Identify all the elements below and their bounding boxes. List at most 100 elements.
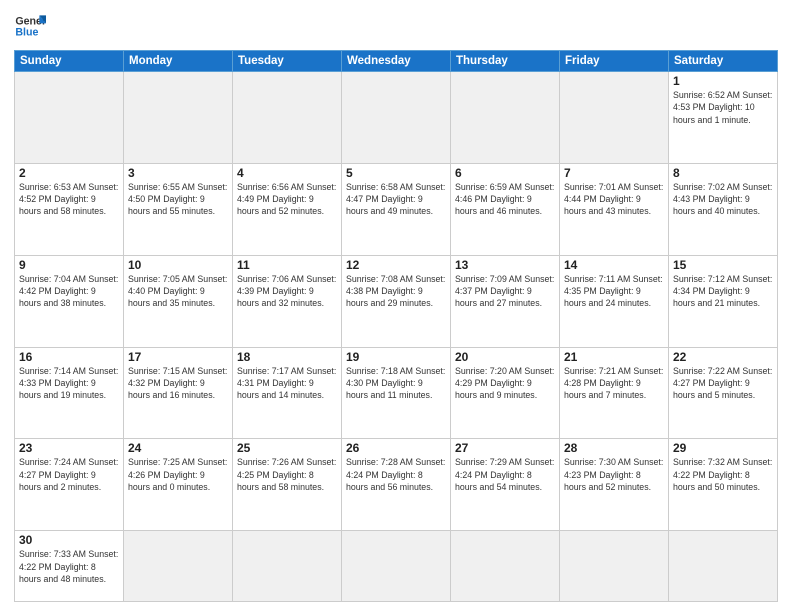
weekday-header-saturday: Saturday: [669, 51, 778, 72]
calendar-day-cell: [669, 531, 778, 602]
day-info: Sunrise: 7:21 AM Sunset: 4:28 PM Dayligh…: [564, 365, 664, 402]
calendar-day-cell: 7Sunrise: 7:01 AM Sunset: 4:44 PM Daylig…: [560, 163, 669, 255]
calendar-day-cell: 6Sunrise: 6:59 AM Sunset: 4:46 PM Daylig…: [451, 163, 560, 255]
calendar-day-cell: [560, 72, 669, 164]
day-info: Sunrise: 7:18 AM Sunset: 4:30 PM Dayligh…: [346, 365, 446, 402]
day-info: Sunrise: 7:01 AM Sunset: 4:44 PM Dayligh…: [564, 181, 664, 218]
calendar-week-row: 23Sunrise: 7:24 AM Sunset: 4:27 PM Dayli…: [15, 439, 778, 531]
day-number: 27: [455, 441, 555, 455]
day-number: 24: [128, 441, 228, 455]
day-info: Sunrise: 7:04 AM Sunset: 4:42 PM Dayligh…: [19, 273, 119, 310]
day-number: 19: [346, 350, 446, 364]
svg-text:Blue: Blue: [15, 26, 38, 38]
calendar-week-row: 1Sunrise: 6:52 AM Sunset: 4:53 PM Daylig…: [15, 72, 778, 164]
calendar-week-row: 9Sunrise: 7:04 AM Sunset: 4:42 PM Daylig…: [15, 255, 778, 347]
day-info: Sunrise: 6:53 AM Sunset: 4:52 PM Dayligh…: [19, 181, 119, 218]
day-number: 22: [673, 350, 773, 364]
day-info: Sunrise: 7:30 AM Sunset: 4:23 PM Dayligh…: [564, 456, 664, 493]
calendar-day-cell: 30Sunrise: 7:33 AM Sunset: 4:22 PM Dayli…: [15, 531, 124, 602]
day-number: 14: [564, 258, 664, 272]
calendar-day-cell: 16Sunrise: 7:14 AM Sunset: 4:33 PM Dayli…: [15, 347, 124, 439]
day-number: 10: [128, 258, 228, 272]
day-info: Sunrise: 7:29 AM Sunset: 4:24 PM Dayligh…: [455, 456, 555, 493]
calendar-day-cell: 22Sunrise: 7:22 AM Sunset: 4:27 PM Dayli…: [669, 347, 778, 439]
day-info: Sunrise: 7:09 AM Sunset: 4:37 PM Dayligh…: [455, 273, 555, 310]
calendar-day-cell: 25Sunrise: 7:26 AM Sunset: 4:25 PM Dayli…: [233, 439, 342, 531]
day-info: Sunrise: 7:22 AM Sunset: 4:27 PM Dayligh…: [673, 365, 773, 402]
day-number: 18: [237, 350, 337, 364]
generalblue-logo-icon: General Blue: [14, 10, 46, 42]
day-info: Sunrise: 7:32 AM Sunset: 4:22 PM Dayligh…: [673, 456, 773, 493]
day-number: 29: [673, 441, 773, 455]
calendar-day-cell: 23Sunrise: 7:24 AM Sunset: 4:27 PM Dayli…: [15, 439, 124, 531]
calendar-week-row: 16Sunrise: 7:14 AM Sunset: 4:33 PM Dayli…: [15, 347, 778, 439]
calendar-day-cell: 17Sunrise: 7:15 AM Sunset: 4:32 PM Dayli…: [124, 347, 233, 439]
calendar-day-cell: 3Sunrise: 6:55 AM Sunset: 4:50 PM Daylig…: [124, 163, 233, 255]
calendar-day-cell: 26Sunrise: 7:28 AM Sunset: 4:24 PM Dayli…: [342, 439, 451, 531]
calendar-header-row: SundayMondayTuesdayWednesdayThursdayFrid…: [15, 51, 778, 72]
day-number: 30: [19, 533, 119, 547]
day-info: Sunrise: 7:26 AM Sunset: 4:25 PM Dayligh…: [237, 456, 337, 493]
page-header: General Blue: [14, 10, 778, 42]
calendar-day-cell: 20Sunrise: 7:20 AM Sunset: 4:29 PM Dayli…: [451, 347, 560, 439]
day-info: Sunrise: 7:06 AM Sunset: 4:39 PM Dayligh…: [237, 273, 337, 310]
calendar-day-cell: 13Sunrise: 7:09 AM Sunset: 4:37 PM Dayli…: [451, 255, 560, 347]
calendar-day-cell: 29Sunrise: 7:32 AM Sunset: 4:22 PM Dayli…: [669, 439, 778, 531]
calendar-day-cell: [342, 72, 451, 164]
calendar-day-cell: [233, 531, 342, 602]
calendar-day-cell: 27Sunrise: 7:29 AM Sunset: 4:24 PM Dayli…: [451, 439, 560, 531]
calendar-day-cell: 4Sunrise: 6:56 AM Sunset: 4:49 PM Daylig…: [233, 163, 342, 255]
day-info: Sunrise: 7:25 AM Sunset: 4:26 PM Dayligh…: [128, 456, 228, 493]
weekday-header-friday: Friday: [560, 51, 669, 72]
calendar-day-cell: 9Sunrise: 7:04 AM Sunset: 4:42 PM Daylig…: [15, 255, 124, 347]
calendar-day-cell: 14Sunrise: 7:11 AM Sunset: 4:35 PM Dayli…: [560, 255, 669, 347]
day-number: 1: [673, 74, 773, 88]
day-info: Sunrise: 7:14 AM Sunset: 4:33 PM Dayligh…: [19, 365, 119, 402]
calendar-day-cell: 18Sunrise: 7:17 AM Sunset: 4:31 PM Dayli…: [233, 347, 342, 439]
day-info: Sunrise: 7:05 AM Sunset: 4:40 PM Dayligh…: [128, 273, 228, 310]
day-number: 21: [564, 350, 664, 364]
weekday-header-wednesday: Wednesday: [342, 51, 451, 72]
day-number: 20: [455, 350, 555, 364]
day-number: 4: [237, 166, 337, 180]
day-number: 6: [455, 166, 555, 180]
day-number: 11: [237, 258, 337, 272]
day-number: 2: [19, 166, 119, 180]
day-info: Sunrise: 7:33 AM Sunset: 4:22 PM Dayligh…: [19, 548, 119, 585]
weekday-header-thursday: Thursday: [451, 51, 560, 72]
calendar-table: SundayMondayTuesdayWednesdayThursdayFrid…: [14, 50, 778, 602]
calendar-day-cell: 12Sunrise: 7:08 AM Sunset: 4:38 PM Dayli…: [342, 255, 451, 347]
calendar-day-cell: 24Sunrise: 7:25 AM Sunset: 4:26 PM Dayli…: [124, 439, 233, 531]
day-number: 17: [128, 350, 228, 364]
day-number: 25: [237, 441, 337, 455]
calendar-day-cell: [451, 531, 560, 602]
day-info: Sunrise: 6:52 AM Sunset: 4:53 PM Dayligh…: [673, 89, 773, 126]
day-number: 28: [564, 441, 664, 455]
day-info: Sunrise: 7:17 AM Sunset: 4:31 PM Dayligh…: [237, 365, 337, 402]
calendar-week-row: 30Sunrise: 7:33 AM Sunset: 4:22 PM Dayli…: [15, 531, 778, 602]
day-info: Sunrise: 7:20 AM Sunset: 4:29 PM Dayligh…: [455, 365, 555, 402]
day-number: 12: [346, 258, 446, 272]
weekday-header-monday: Monday: [124, 51, 233, 72]
logo: General Blue: [14, 10, 46, 42]
calendar-day-cell: [124, 531, 233, 602]
weekday-header-sunday: Sunday: [15, 51, 124, 72]
calendar-week-row: 2Sunrise: 6:53 AM Sunset: 4:52 PM Daylig…: [15, 163, 778, 255]
calendar-day-cell: [15, 72, 124, 164]
day-number: 7: [564, 166, 664, 180]
day-number: 26: [346, 441, 446, 455]
day-number: 3: [128, 166, 228, 180]
day-number: 15: [673, 258, 773, 272]
day-info: Sunrise: 7:02 AM Sunset: 4:43 PM Dayligh…: [673, 181, 773, 218]
calendar-day-cell: [124, 72, 233, 164]
calendar-day-cell: 2Sunrise: 6:53 AM Sunset: 4:52 PM Daylig…: [15, 163, 124, 255]
calendar-day-cell: 15Sunrise: 7:12 AM Sunset: 4:34 PM Dayli…: [669, 255, 778, 347]
day-info: Sunrise: 7:28 AM Sunset: 4:24 PM Dayligh…: [346, 456, 446, 493]
calendar-day-cell: 11Sunrise: 7:06 AM Sunset: 4:39 PM Dayli…: [233, 255, 342, 347]
calendar-day-cell: [233, 72, 342, 164]
day-number: 8: [673, 166, 773, 180]
calendar-day-cell: 1Sunrise: 6:52 AM Sunset: 4:53 PM Daylig…: [669, 72, 778, 164]
calendar-day-cell: 10Sunrise: 7:05 AM Sunset: 4:40 PM Dayli…: [124, 255, 233, 347]
calendar-day-cell: 8Sunrise: 7:02 AM Sunset: 4:43 PM Daylig…: [669, 163, 778, 255]
calendar-day-cell: 21Sunrise: 7:21 AM Sunset: 4:28 PM Dayli…: [560, 347, 669, 439]
